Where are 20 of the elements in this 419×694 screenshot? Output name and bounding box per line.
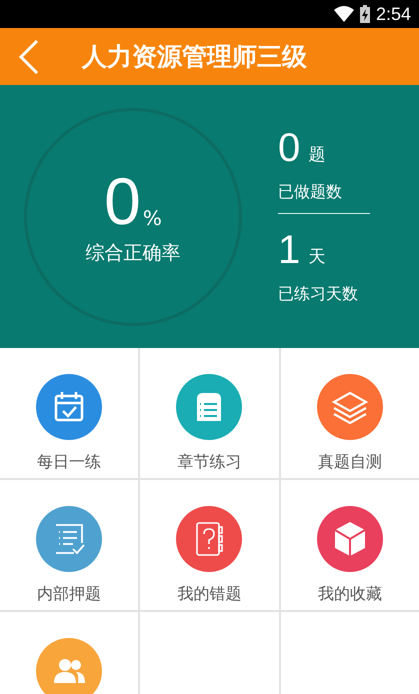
stat-unit: 题 — [308, 144, 326, 166]
menu-tile[interactable]: 内部押题 — [0, 480, 138, 610]
menu-tile[interactable]: 真题自测 — [280, 348, 419, 478]
clock-time: 2:54 — [376, 4, 411, 24]
menu-tile[interactable]: 每日一练 — [0, 348, 138, 478]
accuracy-label: 综合正确率 — [86, 240, 180, 266]
stat-label: 已做题数 — [278, 182, 343, 203]
page-title: 人力资源管理师三级 — [82, 41, 307, 73]
menu-tile[interactable]: 我的错题 — [140, 480, 279, 610]
wifi-icon — [334, 6, 354, 22]
menu-tile[interactable]: 我的收藏 — [280, 480, 419, 610]
stat-value: 0 — [278, 128, 300, 168]
accuracy-value: 0 — [104, 168, 141, 234]
stat-value: 1 — [278, 230, 300, 270]
stat-label: 已练习天数 — [278, 284, 359, 305]
accuracy-unit: % — [142, 206, 162, 230]
stat-unit: 天 — [308, 246, 326, 268]
menu-tile[interactable]: 章节练习 — [140, 348, 279, 478]
back-icon — [18, 38, 40, 74]
battery-icon — [360, 5, 370, 23]
